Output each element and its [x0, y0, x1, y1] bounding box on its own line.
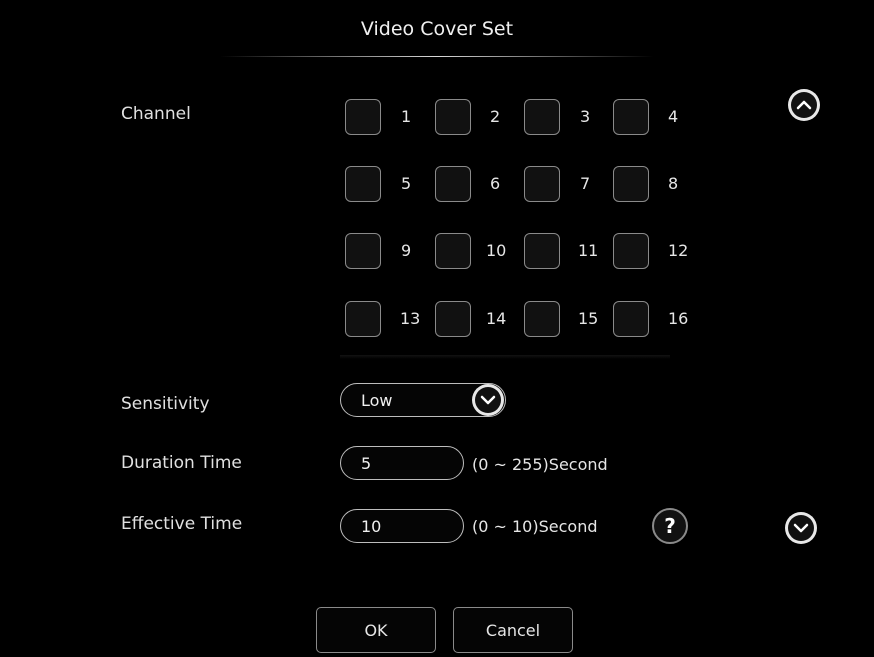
- sensitivity-dropdown-button[interactable]: [472, 384, 504, 416]
- channel-number: 15: [578, 309, 599, 328]
- channel-number: 1: [401, 107, 412, 126]
- help-button[interactable]: ?: [652, 508, 688, 544]
- channel-checkbox-11[interactable]: [524, 233, 560, 269]
- duration-time-range: (0 ~ 255)Second: [472, 455, 608, 474]
- sensitivity-label: Sensitivity: [121, 394, 210, 414]
- duration-time-value: 5: [361, 453, 372, 473]
- channel-checkbox-12[interactable]: [613, 233, 649, 269]
- cancel-button[interactable]: Cancel: [453, 607, 573, 653]
- channel-checkbox-5[interactable]: [345, 166, 381, 202]
- channel-number: 16: [668, 309, 689, 328]
- scroll-fade: [340, 355, 670, 359]
- title-divider: [220, 56, 654, 57]
- channel-checkbox-3[interactable]: [524, 99, 560, 135]
- channel-checkbox-9[interactable]: [345, 233, 381, 269]
- channel-checkbox-7[interactable]: [524, 166, 560, 202]
- channel-number: 14: [486, 309, 507, 328]
- channel-number: 7: [580, 174, 591, 193]
- duration-time-label: Duration Time: [121, 453, 242, 473]
- dialog-title: Video Cover Set: [360, 18, 514, 40]
- effective-time-range: (0 ~ 10)Second: [472, 517, 598, 536]
- scroll-down-button[interactable]: [785, 512, 817, 544]
- duration-time-input[interactable]: 5: [340, 446, 464, 480]
- channel-checkbox-14[interactable]: [435, 301, 471, 337]
- ok-button[interactable]: OK: [316, 607, 436, 653]
- channel-number: 3: [580, 107, 591, 126]
- channel-checkbox-1[interactable]: [345, 99, 381, 135]
- chevron-down-icon: [788, 515, 814, 541]
- channel-checkbox-15[interactable]: [524, 301, 560, 337]
- channel-number: 8: [668, 174, 679, 193]
- sensitivity-value: Low: [361, 390, 393, 410]
- channel-number: 10: [486, 241, 507, 260]
- effective-time-input[interactable]: 10: [340, 509, 464, 543]
- channel-number: 11: [578, 241, 599, 260]
- question-icon: ?: [664, 514, 676, 538]
- channel-number: 6: [490, 174, 501, 193]
- channel-checkbox-10[interactable]: [435, 233, 471, 269]
- channel-number: 2: [490, 107, 501, 126]
- channel-checkbox-13[interactable]: [345, 301, 381, 337]
- channel-checkbox-4[interactable]: [613, 99, 649, 135]
- channel-number: 13: [400, 309, 421, 328]
- channel-label: Channel: [121, 104, 191, 124]
- channel-checkbox-16[interactable]: [613, 301, 649, 337]
- chevron-down-icon: [475, 387, 501, 413]
- scroll-up-button[interactable]: [788, 89, 820, 121]
- channel-number: 5: [401, 174, 412, 193]
- effective-time-label: Effective Time: [121, 514, 243, 534]
- chevron-up-icon: [791, 92, 817, 118]
- effective-time-value: 10: [361, 516, 382, 536]
- channel-number: 9: [401, 241, 412, 260]
- channel-number: 4: [668, 107, 679, 126]
- channel-checkbox-8[interactable]: [613, 166, 649, 202]
- channel-number: 12: [668, 241, 689, 260]
- channel-checkbox-6[interactable]: [435, 166, 471, 202]
- channel-checkbox-2[interactable]: [435, 99, 471, 135]
